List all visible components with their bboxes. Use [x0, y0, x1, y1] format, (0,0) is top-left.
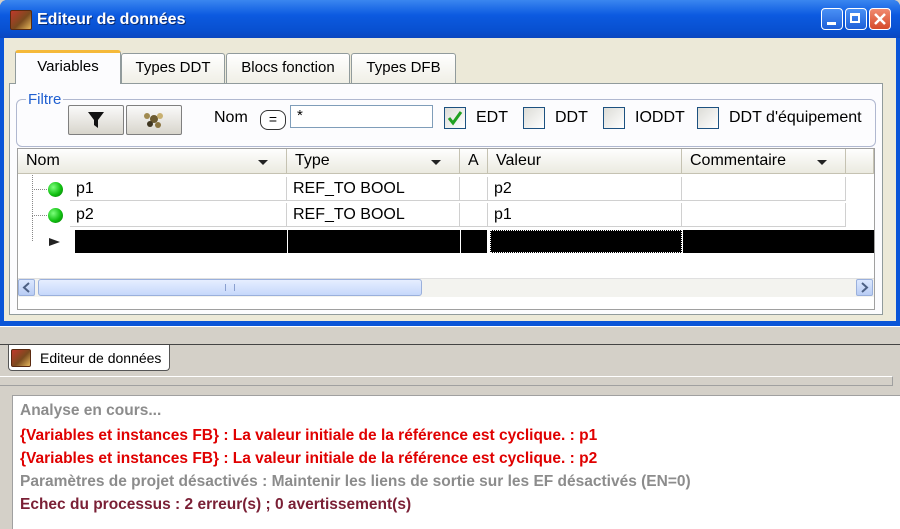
output-splitter[interactable]: [0, 376, 893, 386]
column-header-value[interactable]: Valeur: [488, 149, 682, 174]
output-line: {Variables et instances FB} : La valeur …: [20, 427, 598, 444]
tab-function-blocks[interactable]: Blocs fonction: [226, 53, 350, 83]
cell-type[interactable]: REF_TO BOOL: [287, 177, 460, 201]
sort-dropdown-icon[interactable]: [817, 160, 827, 165]
filter-label: Filtre: [26, 91, 64, 108]
column-header-type[interactable]: Type: [287, 149, 460, 174]
output-line: Paramètres de projet désactivés : Mainte…: [20, 473, 691, 490]
device-ddt-checkbox[interactable]: [697, 107, 719, 129]
ioddt-checkbox-label: IODDT: [635, 109, 685, 126]
table-row[interactable]: p2 REF_TO BOOL p1: [18, 189, 874, 228]
tree-connector: [32, 189, 47, 216]
minimize-icon: [827, 22, 836, 25]
column-header-label: Nom: [26, 152, 60, 169]
tree-connector: [32, 175, 47, 190]
new-entry-comment-cell[interactable]: [683, 230, 874, 253]
column-header-label: Commentaire: [690, 152, 787, 169]
row-pointer-icon: [49, 238, 60, 246]
tab-ddt-types[interactable]: Types DDT: [121, 53, 225, 83]
minimize-button[interactable]: [821, 8, 843, 30]
name-filter-label: Nom: [214, 109, 248, 126]
scroll-left-button[interactable]: [18, 279, 35, 296]
cell-name[interactable]: p1: [70, 177, 287, 201]
new-entry-row[interactable]: [18, 215, 874, 254]
column-header-comment[interactable]: Commentaire: [682, 149, 846, 174]
arrow-right-icon: [861, 282, 869, 293]
output-line: {Variables et instances FB} : La valeur …: [20, 450, 598, 467]
data-editor-icon[interactable]: [10, 10, 32, 30]
scroll-right-button[interactable]: [856, 279, 873, 296]
name-operator-button[interactable]: =: [260, 110, 286, 130]
device-ddt-checkbox-label: DDT d'équipement: [729, 109, 862, 126]
tree-connector: [32, 215, 47, 241]
cell-a[interactable]: [460, 177, 488, 201]
maximize-button[interactable]: [845, 8, 867, 30]
filter-settings-button[interactable]: [126, 105, 182, 135]
new-entry-name-cell[interactable]: [75, 230, 287, 253]
arrow-left-icon: [22, 282, 30, 293]
output-line: Echec du processus : 2 erreur(s) ; 0 ave…: [20, 496, 412, 513]
thumb-grip-icon: [225, 284, 235, 291]
cell-comment[interactable]: [682, 177, 846, 201]
cell-name[interactable]: p2: [70, 203, 287, 227]
cell-a[interactable]: [460, 203, 488, 227]
sort-dropdown-icon[interactable]: [431, 160, 441, 165]
new-entry-value-cell[interactable]: [490, 230, 682, 253]
data-editor-icon: [11, 349, 31, 367]
maximize-icon: [850, 13, 860, 23]
ddt-checkbox[interactable]: [523, 107, 545, 129]
scrollbar-thumb[interactable]: [38, 279, 422, 296]
cell-value[interactable]: p1: [488, 203, 682, 227]
bottom-tab-label: Editeur de données: [40, 350, 162, 366]
tab-variables[interactable]: Variables: [15, 50, 121, 84]
name-filter-input[interactable]: *: [290, 105, 433, 128]
ioddt-checkbox[interactable]: [603, 107, 625, 129]
new-entry-a-cell[interactable]: [461, 230, 487, 253]
sort-dropdown-icon[interactable]: [258, 160, 268, 165]
window-title: Editeur de données: [37, 11, 186, 28]
column-header-label: Type: [295, 152, 330, 169]
output-line: Analyse en cours...: [20, 402, 162, 419]
column-header-a[interactable]: A: [460, 149, 488, 174]
cell-type[interactable]: REF_TO BOOL: [287, 203, 460, 227]
divider: [0, 326, 900, 327]
column-header-name[interactable]: Nom: [18, 149, 287, 174]
close-button[interactable]: [869, 8, 891, 30]
column-header-filler: [846, 149, 874, 174]
close-icon: [874, 13, 886, 25]
funnel-icon: [88, 112, 104, 128]
edt-checkbox-label: EDT: [476, 109, 508, 126]
tab-dfb-types[interactable]: Types DFB: [351, 53, 456, 83]
variables-filter-icon: [144, 113, 163, 128]
edt-checkbox[interactable]: [444, 107, 466, 129]
checkmark-icon: [447, 111, 463, 126]
cell-comment[interactable]: [682, 203, 846, 227]
new-entry-type-cell[interactable]: [288, 230, 460, 253]
ddt-checkbox-label: DDT: [555, 109, 588, 126]
status-ok-icon: [48, 182, 63, 197]
status-ok-icon: [48, 208, 63, 223]
cell-value[interactable]: p2: [488, 177, 682, 201]
apply-filter-button[interactable]: [68, 105, 124, 135]
table-row[interactable]: p1 REF_TO BOOL p2: [18, 175, 874, 202]
